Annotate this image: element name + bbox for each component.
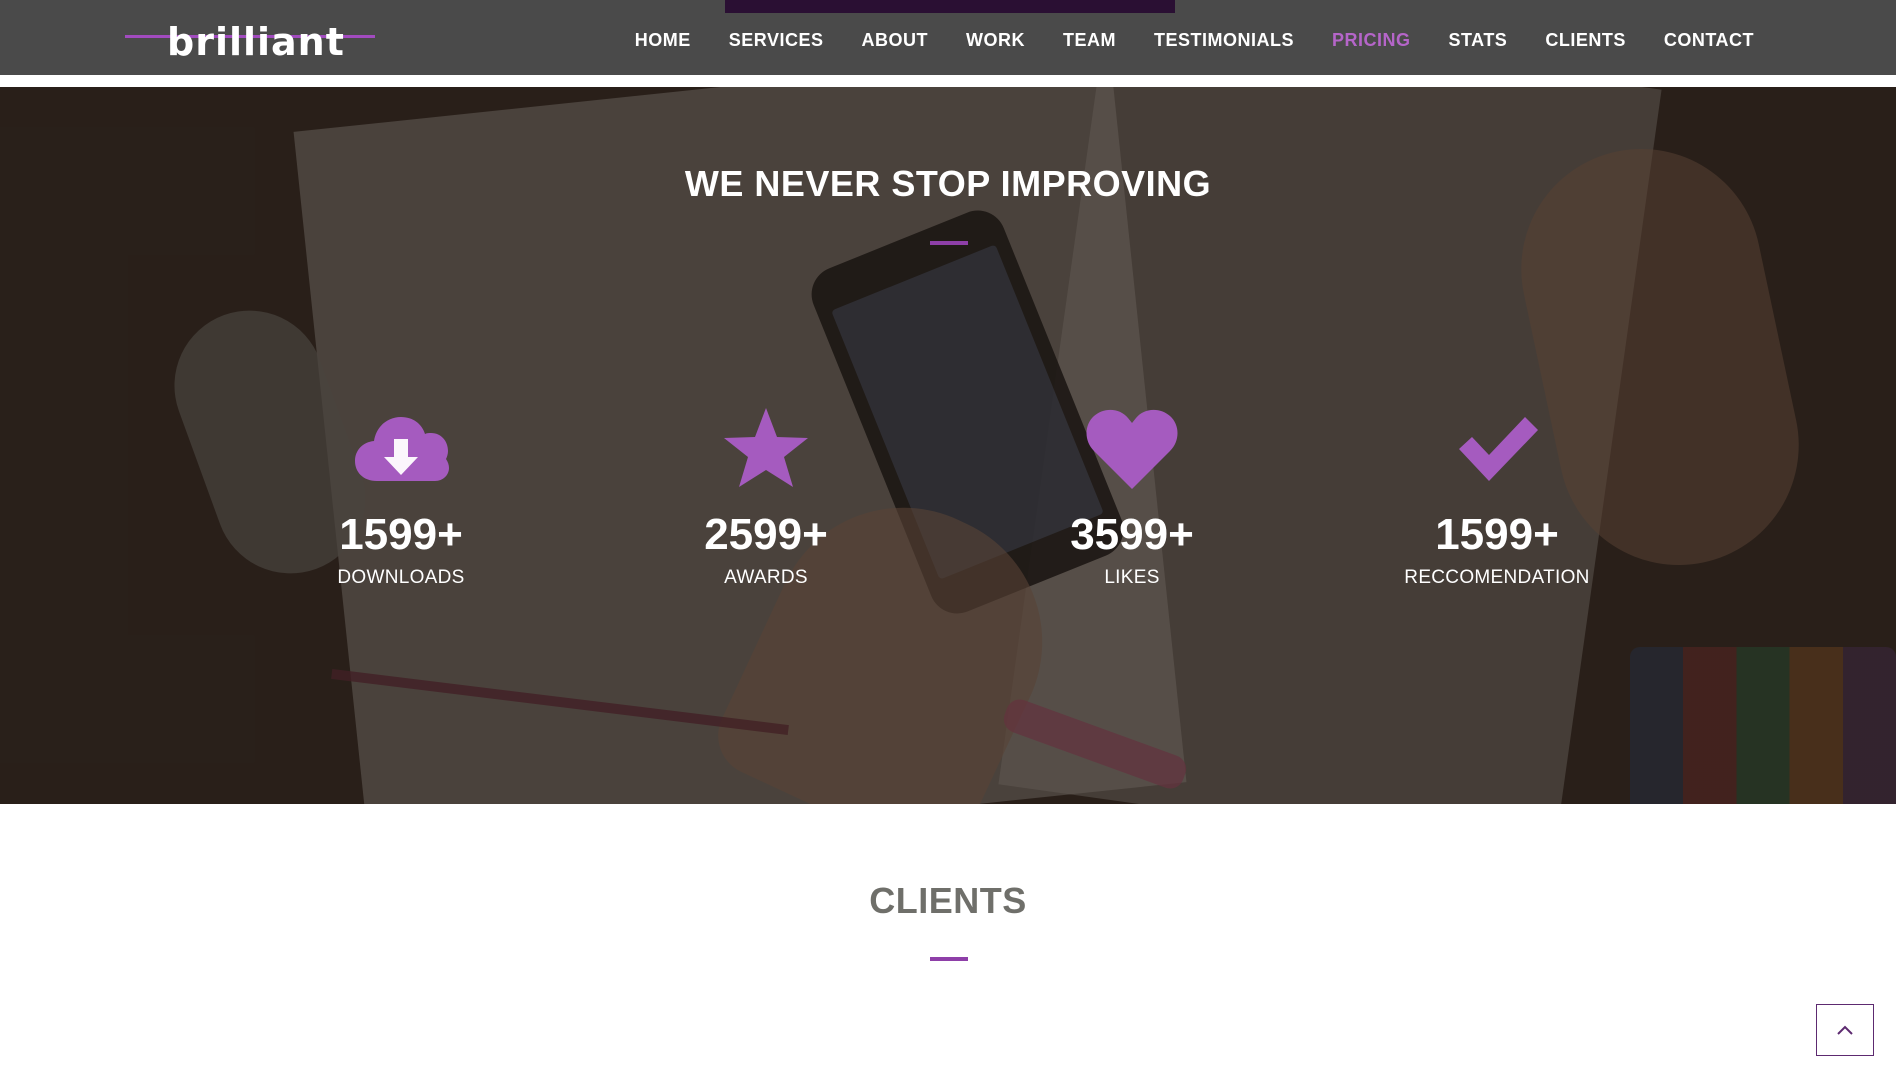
stat-label: AWARDS (724, 567, 808, 588)
brand-name: brilliant (167, 20, 345, 64)
back-to-top-button[interactable] (1816, 1004, 1874, 1056)
stat-value: 3599+ (1070, 510, 1194, 559)
brand-logo[interactable]: brilliant (125, 18, 375, 68)
navbar: brilliant HOME SERVICES ABOUT WORK TEAM … (0, 0, 1896, 81)
stats-section-title: WE NEVER STOP IMPROVING (684, 163, 1212, 204)
stat-label: DOWNLOADS (337, 567, 465, 588)
stat-value: 1599+ (339, 510, 463, 559)
nav-item-testimonials[interactable]: TESTIMONIALS (1154, 30, 1294, 51)
main-nav: HOME SERVICES ABOUT WORK TEAM TESTIMONIA… (597, 0, 1754, 81)
cloud-download-icon (355, 417, 449, 481)
nav-item-contact[interactable]: CONTACT (1664, 30, 1754, 51)
section-divider (930, 957, 968, 961)
stats-section: WE NEVER STOP IMPROVING 1599+ DOWNLOADS … (0, 87, 1896, 804)
section-divider (930, 241, 968, 245)
heart-icon (1086, 409, 1178, 489)
check-icon (1459, 417, 1538, 481)
stat-downloads: 1599+ DOWNLOADS (271, 405, 531, 589)
nav-item-pricing[interactable]: PRICING (1332, 30, 1411, 51)
nav-item-team[interactable]: TEAM (1063, 30, 1116, 51)
stat-label: LIKES (1104, 567, 1160, 588)
stat-value: 2599+ (704, 510, 828, 559)
nav-item-home[interactable]: HOME (635, 30, 691, 51)
nav-item-clients[interactable]: CLIENTS (1545, 30, 1626, 51)
star-icon (724, 408, 808, 487)
stat-awards: 2599+ AWARDS (636, 405, 896, 589)
stat-likes: 3599+ LIKES (1002, 405, 1262, 589)
stat-value: 1599+ (1435, 510, 1559, 559)
stat-recommendation: 1599+ RECCOMENDATION (1367, 405, 1627, 589)
nav-item-stats[interactable]: STATS (1448, 30, 1507, 51)
stat-label: RECCOMENDATION (1404, 567, 1590, 588)
nav-item-services[interactable]: SERVICES (729, 30, 824, 51)
nav-item-work[interactable]: WORK (966, 30, 1025, 51)
chevron-up-icon (1837, 1025, 1853, 1035)
clients-section-title: CLIENTS (869, 880, 1027, 921)
nav-item-about[interactable]: ABOUT (861, 30, 928, 51)
